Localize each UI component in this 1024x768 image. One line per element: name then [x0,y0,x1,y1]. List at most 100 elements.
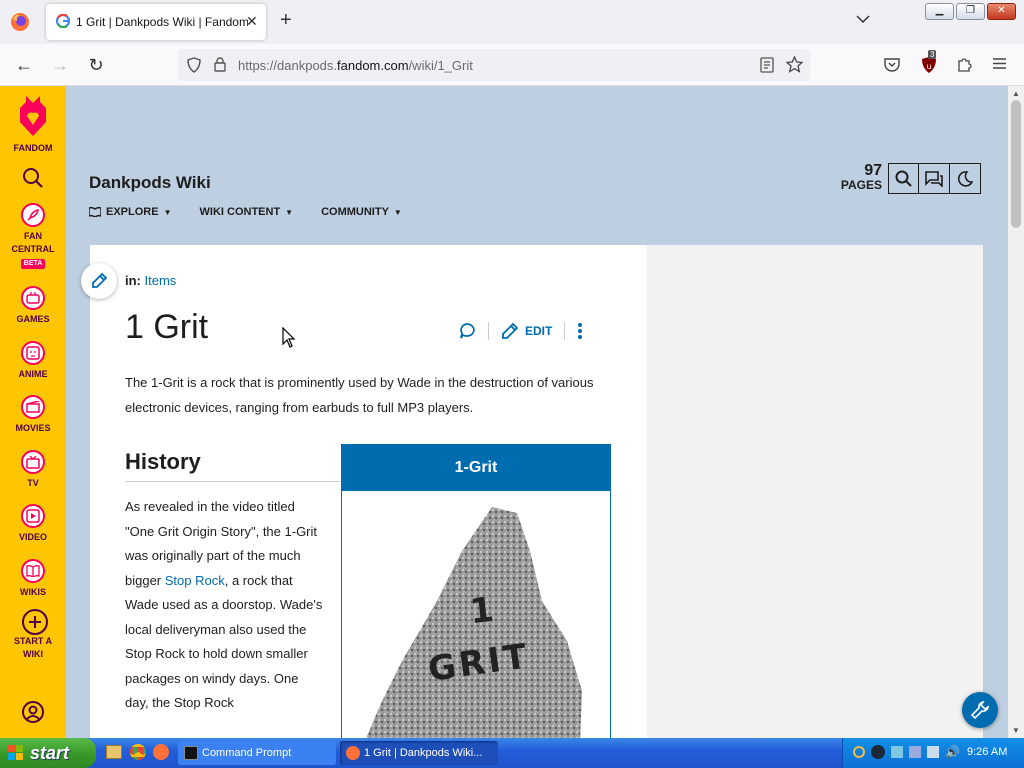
nav-label: EXPLORE [106,206,159,218]
page-count: 97 PAGES [836,163,882,193]
tracking-shield-icon[interactable] [187,57,201,73]
comments-button[interactable] [458,322,476,340]
lock-icon[interactable] [214,57,226,72]
fandom-global-nav: FANDOM FAN CENTRAL BETA GAMES ANIME MOVI… [0,86,66,738]
rail-label: FAN [24,231,42,241]
tab-close-icon[interactable]: ✕ [246,13,258,30]
infobox: 1-Grit 1 GRIT [341,444,611,738]
steam-icon[interactable] [871,745,885,759]
action-divider [564,322,566,340]
scroll-up-icon[interactable]: ▲ [1012,89,1020,98]
global-tools-button[interactable] [962,692,998,728]
task-label: Command Prompt [202,747,292,759]
network-icon[interactable] [927,746,939,758]
rail-item-movies[interactable]: MOVIES [0,395,66,435]
wiki-search-button[interactable] [888,163,919,194]
rail-item-anime[interactable]: ANIME [0,341,66,381]
windows-flag-icon [8,745,23,760]
rail-label: WIKIS [20,587,46,597]
rail-user[interactable] [0,700,66,727]
chrome-icon[interactable] [130,744,146,760]
comment-icon [460,323,475,339]
rail-label: TV [27,478,39,488]
gamepad-icon [21,286,45,310]
reload-icon[interactable]: ↻ [86,55,106,75]
extensions-puzzle-icon[interactable] [956,56,973,73]
rail-label: CENTRAL [11,244,55,254]
caret-down-icon: ▼ [285,207,294,217]
pencil-icon [92,272,108,288]
page-scrollbar[interactable]: ▲ ▼ [1008,86,1024,738]
browser-tab-bar: 1 Grit | Dankpods Wiki | Fandom ✕ + ▁ ❐ … [0,0,1024,44]
url-text[interactable]: https://dankpods.fandom.com/wiki/1_Grit [238,58,473,73]
tv-icon [21,450,45,474]
rail-label: MOVIES [15,423,51,433]
minimize-button[interactable]: ▁ [925,3,954,20]
volume-icon[interactable]: 🔊 [945,745,960,759]
show-desktop-icon[interactable] [106,745,122,759]
nav-wiki-content[interactable]: WIKI CONTENT ▼ [200,206,294,218]
caret-down-icon: ▼ [163,207,172,217]
bookmark-star-icon[interactable] [786,56,803,73]
theme-toggle-button[interactable] [950,163,981,194]
rail-item-tv[interactable]: TV [0,450,66,490]
nav-explore[interactable]: EXPLORE ▼ [89,206,172,218]
quick-edit-button[interactable] [81,263,117,299]
rail-label: VIDEO [18,532,47,542]
taskbar-item-firefox[interactable]: 1 Grit | Dankpods Wiki... [340,741,498,765]
add-circle-icon [21,608,48,635]
more-actions-button[interactable] [577,322,583,340]
taskbar-item-command-prompt[interactable]: Command Prompt [178,741,336,765]
moon-icon [957,170,973,187]
rock-marking: 1 [467,589,496,633]
start-button[interactable]: start [0,738,96,768]
tray-app-icon[interactable] [909,746,921,758]
nav-community[interactable]: COMMUNITY ▼ [321,206,402,218]
rail-item-start-a-wiki[interactable]: START A WIKI [0,608,66,661]
anime-face-icon [21,341,45,365]
wiki-page: Dankpods Wiki EXPLORE ▼ WIKI CONTENT ▼ C… [66,86,1008,738]
pocket-icon[interactable] [884,57,900,72]
category-link-items[interactable]: Items [145,273,177,288]
rail-item-video[interactable]: VIDEO [0,504,66,544]
edit-label: EDIT [525,324,553,338]
infobox-image[interactable]: 1 GRIT [342,491,610,738]
history-paragraph: As revealed in the video titled "One Gri… [125,495,325,716]
close-window-button[interactable]: ✕ [987,3,1016,20]
rail-search[interactable] [0,166,66,193]
tab-active[interactable]: 1 Grit | Dankpods Wiki | Fandom ✕ [46,4,266,40]
cmd-icon [184,746,198,760]
list-all-tabs-icon[interactable] [856,14,870,24]
forward-icon[interactable]: → [50,55,70,75]
menu-hamburger-icon[interactable] [992,57,1007,70]
stop-rock-link[interactable]: Stop Rock [165,573,225,588]
discussions-button[interactable] [919,163,950,194]
window-controls: ▁ ❐ ✕ [925,3,1016,20]
new-tab-icon[interactable]: + [280,10,292,30]
pencil-icon [502,322,519,339]
rail-item-wikis[interactable]: WIKIS [0,559,66,599]
tray-app-icon[interactable] [891,746,903,758]
clock[interactable]: 9:26 AM [967,746,1007,758]
ublock-extension-icon[interactable]: u 3 [920,50,938,74]
restore-button[interactable]: ❐ [956,3,985,20]
rail-item-games[interactable]: GAMES [0,286,66,326]
beta-badge: BETA [20,259,46,269]
url-bar[interactable]: https://dankpods.fandom.com/wiki/1_Grit [178,49,810,81]
nav-label: WIKI CONTENT [199,206,281,218]
fandom-logo[interactable]: FANDOM [0,94,66,155]
edit-button[interactable]: EDIT [501,322,552,340]
back-icon[interactable]: ← [14,55,34,75]
reader-view-icon[interactable] [760,57,774,73]
nav-label: COMMUNITY [321,206,389,218]
firefox-quicklaunch-icon[interactable] [153,744,169,760]
rail-label: ANIME [18,369,48,379]
scroll-down-icon[interactable]: ▼ [1012,726,1020,735]
rail-item-fan-central[interactable]: FAN CENTRAL BETA [0,203,66,269]
rail-label: GAMES [16,314,50,324]
scrollbar-thumb[interactable] [1011,100,1021,228]
wiki-name[interactable]: Dankpods Wiki [89,173,211,193]
rail-label: WIKI [23,649,43,659]
search-tray-icon[interactable] [853,746,865,758]
windows-taskbar: start Command Prompt 1 Grit | Dankpods W… [0,738,1024,768]
